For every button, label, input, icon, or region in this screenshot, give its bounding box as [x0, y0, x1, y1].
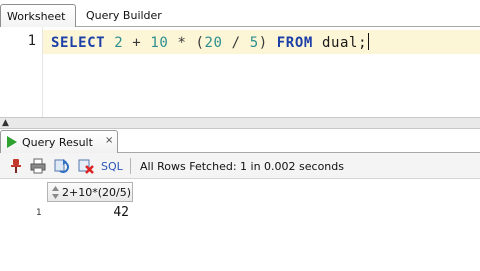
sql-editor[interactable]: 1 SELECT 2 + 10 * (20 / 5) FROM dual; — [0, 27, 480, 117]
table-cell[interactable]: 42 — [47, 203, 133, 222]
line-number-gutter: 1 — [0, 27, 42, 117]
number-literal: 5 — [249, 35, 259, 51]
tab-query-builder[interactable]: Query Builder — [86, 9, 162, 22]
column-header[interactable]: 2+10*(20/5) — [47, 182, 133, 202]
keyword-select: SELECT — [51, 35, 106, 51]
number-literal: 20 — [204, 35, 223, 51]
sql-code-line[interactable]: SELECT 2 + 10 * (20 / 5) FROM dual; — [51, 33, 370, 51]
operator-multiply: * — [177, 35, 187, 51]
play-icon — [7, 136, 17, 148]
pin-icon[interactable] — [8, 158, 24, 174]
result-grid: 2+10*(20/5) 1 42 — [0, 179, 480, 271]
result-toolbar: SQL All Rows Fetched: 1 in 0.002 seconds — [0, 153, 480, 179]
print-icon[interactable] — [30, 158, 46, 174]
column-header-label: 2+10*(20/5) — [62, 186, 131, 199]
tab-query-result[interactable]: Query Result × — [0, 130, 118, 153]
panel-splitter[interactable]: ▲▼ — [0, 117, 480, 138]
fetch-status: All Rows Fetched: 1 in 0.002 seconds — [140, 160, 344, 173]
tab-worksheet[interactable]: Worksheet — [0, 4, 76, 27]
export-icon[interactable] — [78, 158, 94, 174]
tab-query-result-label: Query Result — [22, 136, 93, 149]
number-literal: 2 — [114, 35, 124, 51]
paren-close: ) — [258, 35, 268, 51]
sort-icon[interactable] — [52, 186, 59, 199]
refresh-icon[interactable] — [54, 158, 70, 174]
cell-value: 42 — [113, 205, 129, 220]
toolbar-separator — [130, 158, 131, 174]
sql-link[interactable]: SQL — [101, 160, 123, 173]
tab-query-builder-label: Query Builder — [86, 9, 162, 22]
row-number: 1 — [36, 208, 42, 218]
paren-open: ( — [195, 35, 205, 51]
keyword-from: FROM — [276, 35, 313, 51]
text-caret — [368, 33, 370, 50]
semicolon: ; — [358, 35, 368, 51]
close-tab-icon[interactable]: × — [105, 135, 113, 146]
operator-plus: + — [132, 35, 142, 51]
result-tab-strip: Query Result × — [0, 129, 480, 153]
editor-tab-strip: Worksheet Query Builder — [0, 0, 480, 27]
operator-divide: / — [231, 35, 241, 51]
number-literal: 10 — [150, 35, 169, 51]
table-name: dual — [321, 35, 359, 51]
line-number: 1 — [27, 33, 36, 49]
tab-worksheet-label: Worksheet — [7, 10, 66, 23]
